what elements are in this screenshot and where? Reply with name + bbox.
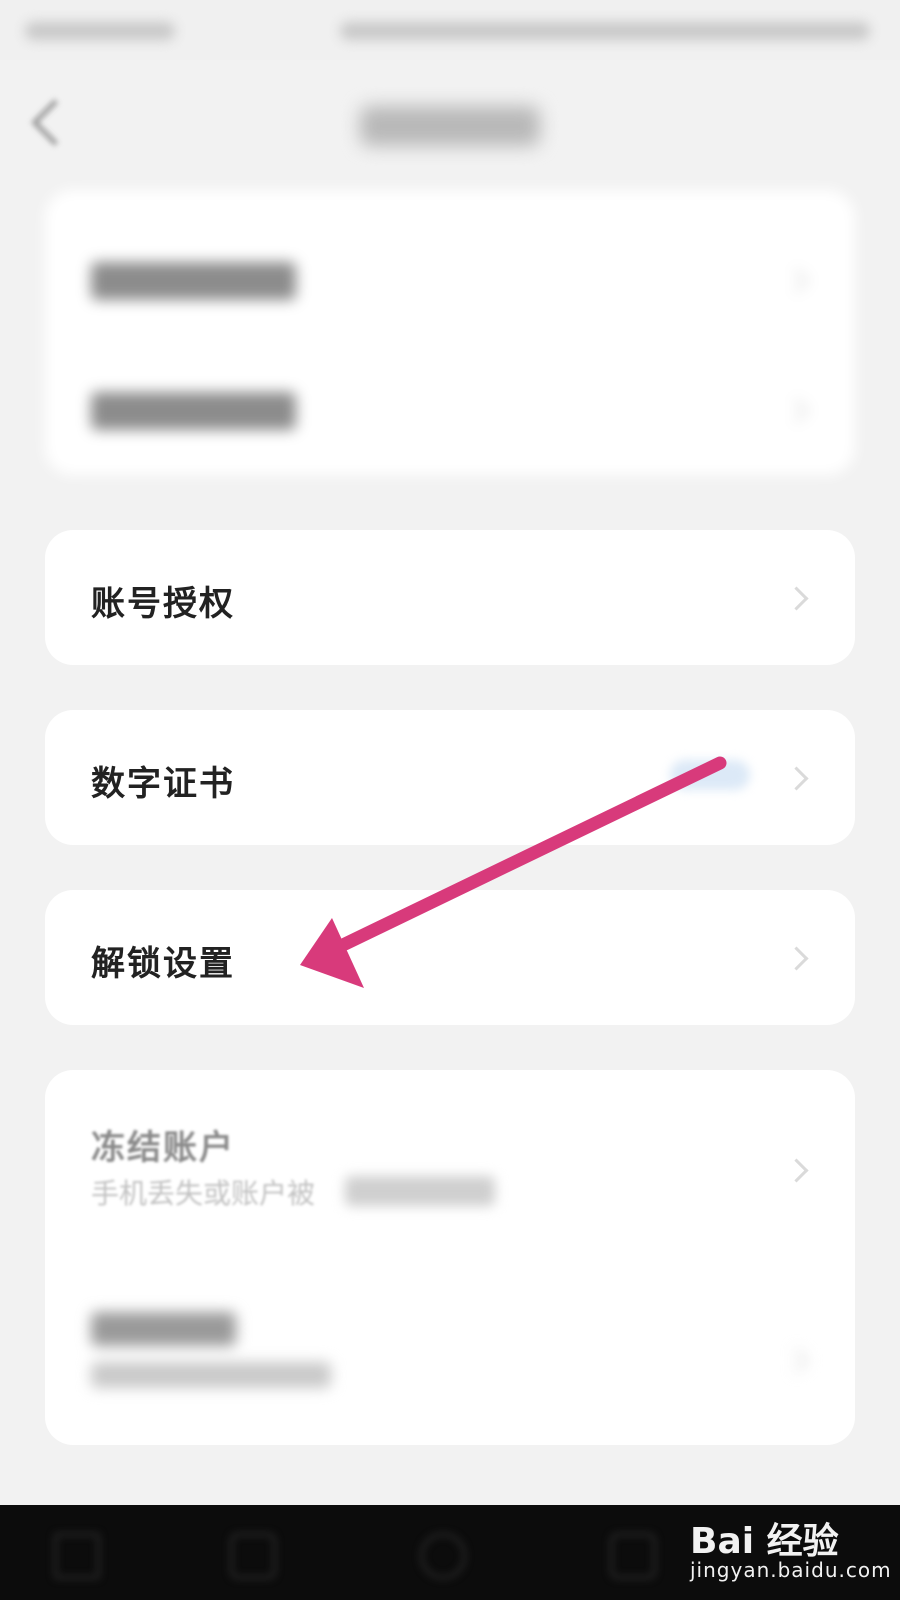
watermark: Bai 经验 jingyan.baidu.com	[690, 1500, 892, 1595]
status-bar	[0, 0, 900, 60]
page-title	[360, 106, 540, 146]
freeze-account-subtitle: 手机丢失或账户被	[91, 1177, 316, 1210]
status-icons-blur	[340, 22, 870, 40]
baidu-paw-icon: Bai 经验	[690, 1521, 839, 1562]
row-freeze-account[interactable]: 冻结账户 手机丢失或账户被	[45, 1100, 855, 1220]
back-nav-icon[interactable]	[230, 1533, 276, 1579]
header	[0, 70, 900, 180]
blurred-label	[91, 392, 296, 430]
carrier-blur	[25, 22, 175, 40]
blurred-label	[91, 262, 296, 300]
chevron-right-icon	[784, 1158, 809, 1183]
chevron-right-icon	[784, 766, 809, 791]
menu-icon[interactable]	[54, 1533, 100, 1579]
cert-status-badge	[670, 760, 750, 790]
row-account-auth[interactable]: 账号授权	[45, 530, 855, 665]
freeze-account-label: 冻结账户	[91, 1128, 235, 1168]
blurred-subtitle	[91, 1362, 331, 1388]
chevron-right-icon	[784, 1348, 809, 1373]
recents-icon[interactable]	[610, 1533, 656, 1579]
account-auth-label: 账号授权	[91, 584, 235, 624]
card-account-actions: 冻结账户 手机丢失或账户被	[45, 1070, 855, 1445]
watermark-url: jingyan.baidu.com	[690, 1558, 892, 1582]
chevron-right-icon	[784, 946, 809, 971]
card-security-questions	[45, 190, 855, 475]
unlock-settings-label: 解锁设置	[91, 944, 235, 984]
chevron-right-icon	[784, 268, 809, 293]
list-item[interactable]	[45, 370, 855, 450]
back-icon[interactable]	[31, 99, 78, 146]
chevron-right-icon	[784, 398, 809, 423]
digital-cert-label: 数字证书	[91, 764, 235, 804]
chevron-right-icon	[784, 586, 809, 611]
list-item[interactable]	[45, 1290, 855, 1410]
home-icon[interactable]	[420, 1533, 466, 1579]
blurred-subtitle-tail	[345, 1176, 495, 1206]
blurred-label	[91, 1312, 236, 1346]
row-unlock-settings[interactable]: 解锁设置	[45, 890, 855, 1025]
row-digital-cert[interactable]: 数字证书	[45, 710, 855, 845]
list-item[interactable]	[45, 240, 855, 320]
